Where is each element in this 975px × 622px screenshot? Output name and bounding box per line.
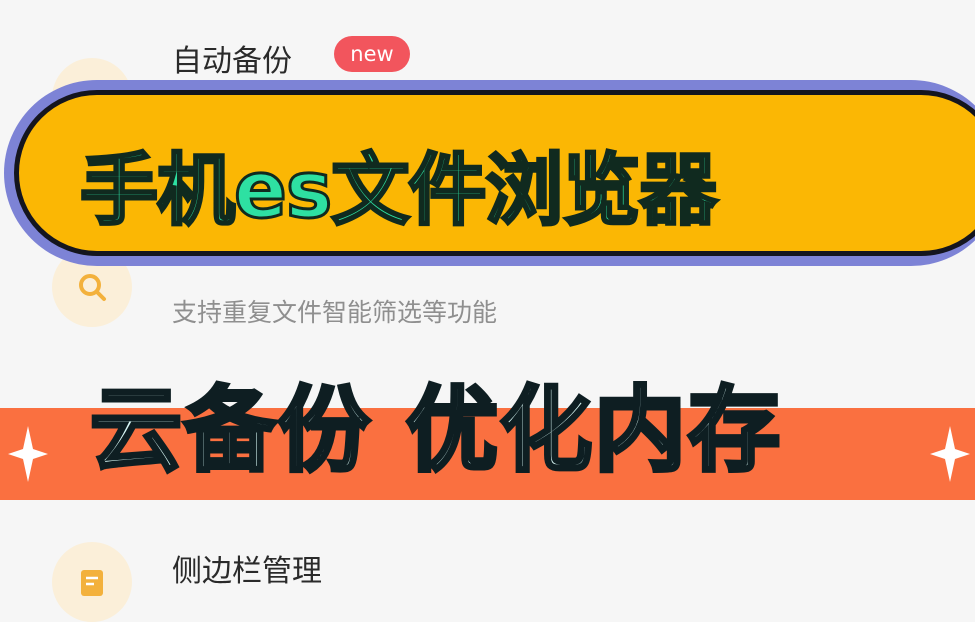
headline-text: 手机es文件浏览器 (78, 145, 718, 238)
sparkle-icon (8, 426, 48, 482)
subline-text: 云备份 优化内存 (88, 375, 783, 486)
list-item-smart-clean[interactable]: 支持重复文件智能筛选等功能 (0, 247, 975, 345)
auto-backup-title: 自动备份 (172, 44, 292, 79)
edit-icon (52, 542, 132, 622)
list-item-sidebar-manage[interactable]: 侧边栏管理 (0, 520, 975, 622)
new-badge: new (334, 36, 410, 72)
list-item-auto-backup[interactable]: 自动备份 new (0, 0, 975, 138)
sparkle-icon (930, 426, 970, 482)
sidebar-manage-title: 侧边栏管理 (172, 554, 322, 589)
smart-clean-desc: 支持重复文件智能筛选等功能 (172, 298, 498, 327)
